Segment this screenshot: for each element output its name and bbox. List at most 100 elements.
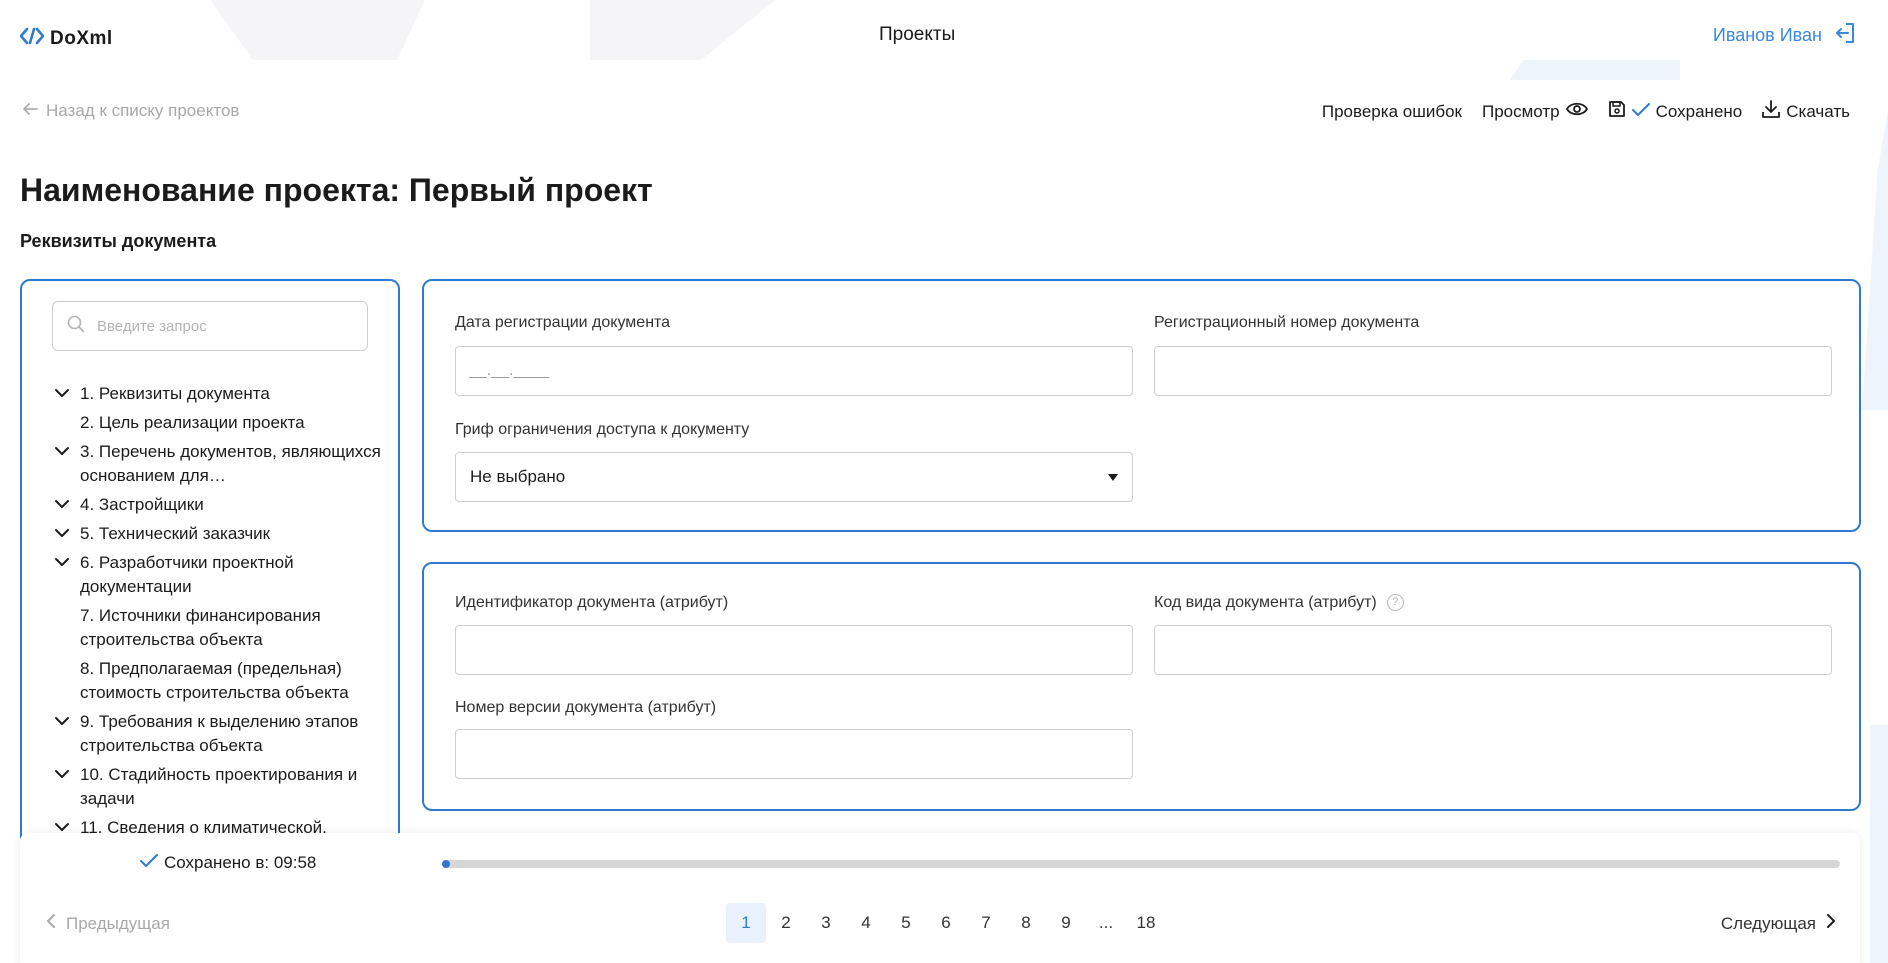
doc-id-field[interactable] <box>455 625 1133 675</box>
reg-date-label: Дата регистрации документа <box>455 314 671 331</box>
sidebar-item[interactable]: 9. Требования к выделению этапов строите… <box>52 710 382 758</box>
sidebar-item-label: 5. Технический заказчик <box>80 524 271 543</box>
reg-number-field[interactable] <box>1154 346 1832 396</box>
next-label: Следующая <box>1720 913 1816 933</box>
sidebar-item-label: 8. Предполагаемая (предельная) стоимость… <box>80 659 349 702</box>
save-status[interactable]: Сохранено <box>1608 100 1743 123</box>
doc-type-label-wrap: Код вида документа (атрибут)? <box>1154 594 1404 612</box>
user-menu[interactable]: Иванов Иван <box>1713 22 1856 49</box>
doc-type-label: Код вида документа (атрибут) <box>1154 594 1377 611</box>
document-attributes-card: Идентификатор документа (атрибут) Код ви… <box>422 562 1861 811</box>
preview-button[interactable]: Просмотр <box>1482 101 1588 122</box>
pagination: 1 2 3 4 5 6 7 8 9... 18 <box>726 903 1166 943</box>
page-number-button[interactable]: 9 <box>1046 903 1086 943</box>
sidebar-item[interactable]: 2. Цель реализации проекта <box>52 411 382 435</box>
code-brackets-icon <box>19 26 45 51</box>
pagination-ellipsis: ... <box>1098 913 1114 932</box>
chevron-down-icon[interactable] <box>54 765 70 789</box>
user-name[interactable]: Иванов Иван <box>1713 25 1822 46</box>
chevron-down-icon[interactable] <box>54 495 70 519</box>
check-errors-button[interactable]: Проверка ошибок <box>1322 102 1462 122</box>
chevron-down-icon[interactable] <box>54 524 70 548</box>
arrow-left-icon <box>22 101 38 121</box>
sidebar-item[interactable]: 1. Реквизиты документа <box>52 382 382 406</box>
version-label: Номер версии документа (атрибут) <box>455 699 717 716</box>
back-to-projects-link[interactable]: Назад к списку проектов <box>22 101 239 121</box>
reg-date-field[interactable] <box>455 346 1133 396</box>
dropdown-triangle-icon <box>1108 467 1118 487</box>
chevron-down-icon[interactable] <box>54 712 70 736</box>
nav-projects-link[interactable]: Проекты <box>879 24 955 46</box>
version-input[interactable] <box>456 730 1132 778</box>
chevron-right-icon <box>1826 913 1836 934</box>
logout-icon[interactable] <box>1834 22 1856 49</box>
sidebar-item-label: 9. Требования к выделению этапов строите… <box>80 712 359 755</box>
page-number-button[interactable]: 8 <box>1006 903 1046 943</box>
page-number-button[interactable]: 6 <box>926 903 966 943</box>
page-number-button[interactable]: 18 <box>1126 903 1166 943</box>
sidebar-item-label: 2. Цель реализации проекта <box>80 413 305 432</box>
page-number-button[interactable]: 3 <box>806 903 846 943</box>
doc-type-input[interactable] <box>1155 626 1831 674</box>
download-button[interactable]: Скачать <box>1762 100 1850 123</box>
sidebar-item-label: 1. Реквизиты документа <box>80 384 270 403</box>
sidebar-item-label: 10. Стадийность проектирования и задачи <box>80 765 358 808</box>
version-field[interactable] <box>455 729 1133 779</box>
sidebar-item-label: 3. Перечень документов, являющихся основ… <box>80 442 381 485</box>
preview-label: Просмотр <box>1481 101 1560 121</box>
logo-text: DoXml <box>50 27 113 49</box>
chevron-down-icon[interactable] <box>54 553 70 577</box>
search-input[interactable] <box>97 317 357 335</box>
sidebar-item-label: 6. Разработчики проектной документации <box>80 553 294 596</box>
page-number-button[interactable]: 2 <box>766 903 806 943</box>
sidebar-item[interactable]: 8. Предполагаемая (предельная) стоимость… <box>52 657 382 705</box>
top-bar: DoXml Проекты Иванов Иван <box>0 0 1888 72</box>
logo[interactable]: DoXml <box>19 26 113 51</box>
eye-icon <box>1565 101 1588 122</box>
access-label: Гриф ограничения доступа к документу <box>455 421 750 438</box>
doc-type-field[interactable] <box>1154 625 1832 675</box>
page-title: Наименование проекта: Первый проект <box>20 172 653 208</box>
access-selected-value: Не выбрано <box>470 467 566 486</box>
download-icon <box>1762 100 1781 123</box>
doc-id-label: Идентификатор документа (атрибут) <box>455 594 729 611</box>
sidebar-item[interactable]: 3. Перечень документов, являющихся основ… <box>52 440 382 488</box>
section-title: Реквизиты документа <box>20 231 217 251</box>
chevron-down-icon[interactable] <box>54 442 70 466</box>
sidebar-item[interactable]: 6. Разработчики проектной документации <box>52 551 382 599</box>
access-select[interactable]: Не выбрано <box>455 452 1133 502</box>
chevron-down-icon[interactable] <box>54 384 70 408</box>
back-label: Назад к списку проектов <box>46 101 240 120</box>
doc-id-input[interactable] <box>456 626 1132 674</box>
document-details-card: Дата регистрации документа Регистрационн… <box>422 279 1861 532</box>
saved-label: Сохранено <box>1655 101 1743 121</box>
sidebar-item-label: 7. Источники финансирования строительств… <box>80 606 321 649</box>
prev-page-button[interactable]: Предыдущая <box>46 913 170 934</box>
sidebar-item[interactable]: 10. Стадийность проектирования и задачи <box>52 763 382 811</box>
progress-fill <box>442 860 450 868</box>
page-number-button[interactable]: 1 <box>726 903 766 943</box>
page-number-button[interactable]: 4 <box>846 903 886 943</box>
checkmark-icon <box>1631 102 1650 122</box>
page-number-button[interactable]: 5 <box>886 903 926 943</box>
sidebar-item[interactable]: 4. Застройщики <box>52 493 382 517</box>
saved-at-label: Сохранено в: 09:58 <box>164 853 317 872</box>
next-page-button[interactable]: Следующая <box>1721 913 1836 934</box>
help-icon[interactable]: ? <box>1386 594 1404 612</box>
checkmark-icon <box>140 853 158 873</box>
reg-number-label: Регистрационный номер документа <box>1154 314 1420 331</box>
search-icon <box>67 315 85 338</box>
sidebar-item[interactable]: 5. Технический заказчик <box>52 522 382 546</box>
save-icon <box>1608 100 1626 123</box>
footer-panel: Сохранено в: 09:58 Предыдущая 123456789.… <box>20 833 1860 963</box>
reg-date-input[interactable] <box>456 347 1132 395</box>
reg-number-input[interactable] <box>1155 347 1831 395</box>
toolbar-actions: Проверка ошибок Просмотр Сохранено Скача… <box>1302 100 1850 123</box>
prev-label: Предыдущая <box>66 913 170 933</box>
page-number-button[interactable]: 7 <box>966 903 1006 943</box>
download-label: Скачать <box>1786 101 1850 121</box>
search-box[interactable] <box>52 301 368 351</box>
sections-tree: 1. Реквизиты документа 2. Цель реализации… <box>52 382 382 845</box>
saved-at-status: Сохранено в: 09:58 <box>140 853 316 873</box>
sidebar-item[interactable]: 7. Источники финансирования строительств… <box>52 604 382 652</box>
